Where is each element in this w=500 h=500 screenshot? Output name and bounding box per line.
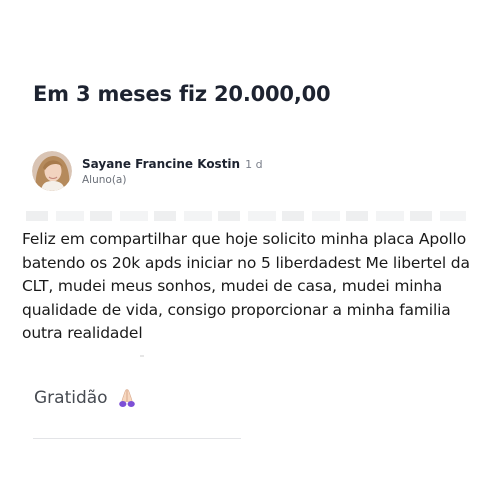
post-body: Feliz em compartilhar que hoje solicito … [22, 230, 470, 342]
divider-mark [140, 355, 144, 357]
author-avatar[interactable] [32, 151, 72, 191]
post-age: 1 d [245, 157, 263, 171]
author-line: Sayane Francine Kostin 1 d [82, 157, 263, 171]
post-page: Em 3 meses fiz 20.000,00 Sayane Francine… [0, 0, 500, 500]
author-info: Sayane Francine Kostin 1 d Aluno(a) [82, 157, 263, 186]
author-name[interactable]: Sayane Francine Kostin [82, 157, 240, 171]
section-divider [33, 438, 241, 439]
gratitude-row: Gratidão [34, 387, 138, 409]
praying-hands-icon [116, 387, 138, 409]
author-row: Sayane Francine Kostin 1 d Aluno(a) [32, 151, 263, 191]
gratitude-text: Gratidão [34, 388, 108, 408]
post-title: Em 3 meses fiz 20.000,00 [33, 82, 331, 106]
avatar-photo-icon [32, 151, 72, 191]
author-role: Aluno(a) [82, 173, 127, 186]
faded-text-strip [26, 211, 466, 221]
